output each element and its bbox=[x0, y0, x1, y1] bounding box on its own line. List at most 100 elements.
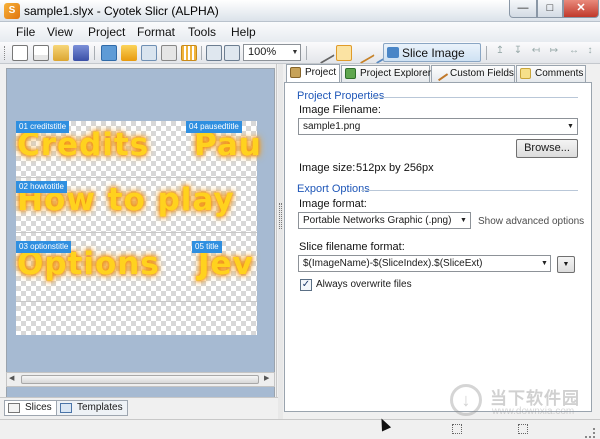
image-format-label: Image format: bbox=[299, 198, 367, 210]
image-format-combobox[interactable]: Portable Networks Graphic (.png) bbox=[298, 212, 471, 229]
tab-project-explorer-label: Project Explorer bbox=[360, 68, 432, 79]
slice-filename-format-label: Slice filename format: bbox=[299, 241, 405, 253]
image-filename-value: sample1.png bbox=[303, 121, 361, 132]
overwrite-label[interactable]: Always overwrite files bbox=[316, 279, 412, 290]
tab-comments[interactable]: Comments bbox=[516, 65, 586, 82]
templates-icon bbox=[60, 403, 72, 413]
scroll-left-icon[interactable]: ◀ bbox=[9, 374, 14, 382]
close-button[interactable]: ✕ bbox=[563, 0, 599, 18]
toolbar-separator bbox=[486, 46, 487, 60]
menu-format[interactable]: Format bbox=[137, 25, 175, 39]
image-format-value: Portable Networks Graphic (.png) bbox=[303, 215, 452, 226]
align-bottom-icon[interactable]: ↧ bbox=[510, 45, 526, 61]
browse-button[interactable]: Browse... bbox=[516, 139, 578, 158]
slice-label[interactable]: 03 optionstitle bbox=[16, 241, 72, 253]
new-file-icon[interactable] bbox=[12, 45, 28, 61]
tab-slices-label: Slices bbox=[25, 402, 52, 413]
view-slices-icon[interactable] bbox=[121, 45, 137, 61]
slice-boundary bbox=[16, 177, 257, 178]
open-folder-icon[interactable] bbox=[53, 45, 69, 61]
resize-grip[interactable] bbox=[585, 428, 595, 438]
toolbar-grip[interactable] bbox=[4, 46, 7, 60]
slice-image-label: Slice Image bbox=[402, 46, 465, 60]
slice-image-icon bbox=[387, 47, 399, 58]
tab-project-explorer[interactable]: Project Explorer bbox=[341, 65, 432, 82]
toolbar-separator bbox=[306, 46, 307, 60]
minimize-button[interactable]: — bbox=[509, 0, 537, 18]
chevron-down-icon[interactable]: ▼ bbox=[541, 260, 548, 267]
app-icon: S bbox=[4, 3, 20, 19]
zoom-fit-icon[interactable] bbox=[206, 45, 222, 61]
toolbar: 100% ▼ Slice Image ↥ ↧ ↤ ↦ ↔ ↕ bbox=[0, 42, 600, 64]
image-canvas[interactable]: Credits Pau How to play Options Jev 01 c… bbox=[6, 68, 275, 401]
overwrite-checkbox[interactable]: ✓ bbox=[300, 279, 312, 291]
zoom-actual-icon[interactable] bbox=[224, 45, 240, 61]
slice-filename-format-value: $(ImageName)-$(SliceIndex).$(SliceExt) bbox=[303, 258, 483, 269]
new-project-icon[interactable] bbox=[33, 45, 49, 61]
chevron-down-icon[interactable]: ▼ bbox=[290, 45, 300, 60]
view-outline-icon[interactable] bbox=[161, 45, 177, 61]
tab-project[interactable]: Project bbox=[286, 64, 340, 83]
comments-icon bbox=[520, 68, 531, 79]
slice-image-button[interactable]: Slice Image bbox=[383, 43, 481, 62]
pointer-tool-icon[interactable] bbox=[336, 45, 352, 61]
chevron-down-icon[interactable]: ▼ bbox=[460, 217, 467, 224]
slices-icon bbox=[8, 403, 20, 413]
watermark-url: www.downxia.com bbox=[492, 406, 575, 417]
chevron-down-icon: ▼ bbox=[562, 261, 570, 268]
slice-filename-format-combobox[interactable]: $(ImageName)-$(SliceIndex).$(SliceExt) bbox=[298, 255, 551, 272]
tab-project-label: Project bbox=[305, 67, 337, 78]
toolbar-separator bbox=[201, 46, 202, 60]
slice-label[interactable]: 05 title bbox=[192, 241, 222, 253]
selection-size-icon bbox=[452, 424, 462, 434]
align-left-icon[interactable]: ↤ bbox=[528, 45, 544, 61]
tab-slices[interactable]: Slices bbox=[4, 400, 57, 416]
same-width-icon[interactable]: ↔ bbox=[566, 45, 582, 61]
project-icon bbox=[290, 67, 301, 78]
window-title: sample1.slyx - Cyotek Slicr (ALPHA) bbox=[24, 4, 219, 18]
export-options-header: Export Options bbox=[297, 183, 370, 195]
slice-canvas-panel: Credits Pau How to play Options Jev 01 c… bbox=[0, 64, 277, 419]
download-icon: ↓ bbox=[450, 384, 482, 416]
slice-label[interactable]: 01 creditstitle bbox=[16, 121, 70, 133]
view-image-icon[interactable] bbox=[101, 45, 117, 61]
toolbar-separator bbox=[94, 46, 95, 60]
tab-custom-fields-label: Custom Fields bbox=[450, 68, 514, 79]
chevron-down-icon[interactable]: ▼ bbox=[567, 123, 574, 130]
custom-fields-icon bbox=[432, 65, 449, 82]
image-size-value: 512px by 256px bbox=[356, 162, 434, 174]
maximize-button[interactable]: □ bbox=[537, 0, 563, 18]
align-right-icon[interactable]: ↦ bbox=[546, 45, 562, 61]
insert-macro-button[interactable]: ▼ bbox=[557, 256, 575, 273]
project-properties-header: Project Properties bbox=[297, 90, 385, 102]
horizontal-scrollbar[interactable]: ◀ ▶ bbox=[6, 372, 275, 387]
save-icon[interactable] bbox=[73, 45, 89, 61]
group-divider bbox=[370, 97, 578, 98]
align-top-icon[interactable]: ↥ bbox=[492, 45, 508, 61]
properties-tab-strip: Project Project Explorer Custom Fields C… bbox=[283, 64, 600, 83]
image-filename-combobox[interactable]: sample1.png bbox=[298, 118, 578, 135]
scroll-right-icon[interactable]: ▶ bbox=[264, 374, 269, 382]
show-advanced-options-link[interactable]: Show advanced options bbox=[478, 216, 584, 227]
menu-tools[interactable]: Tools bbox=[188, 25, 216, 39]
image-size-label: Image size: bbox=[299, 162, 356, 174]
same-height-icon[interactable]: ↕ bbox=[582, 45, 598, 61]
project-explorer-icon bbox=[345, 68, 356, 79]
checkerboard-icon[interactable] bbox=[181, 45, 197, 61]
menu-bar: File View Project Format Tools Help bbox=[0, 22, 600, 42]
slice-label[interactable]: 02 howtotitle bbox=[16, 181, 67, 193]
splitter-grip[interactable] bbox=[279, 203, 282, 229]
group-divider bbox=[361, 190, 578, 191]
tab-custom-fields[interactable]: Custom Fields bbox=[431, 65, 515, 82]
cursor-position-icon bbox=[518, 424, 528, 434]
menu-project[interactable]: Project bbox=[88, 25, 125, 39]
pencil-icon[interactable] bbox=[313, 42, 335, 64]
tab-templates[interactable]: Templates bbox=[56, 400, 128, 416]
scrollbar-thumb[interactable] bbox=[21, 375, 259, 384]
view-grid-icon[interactable] bbox=[141, 45, 157, 61]
menu-help[interactable]: Help bbox=[231, 25, 256, 39]
slice-label[interactable]: 04 pausedtitle bbox=[186, 121, 242, 133]
menu-view[interactable]: View bbox=[47, 25, 73, 39]
menu-file[interactable]: File bbox=[16, 25, 35, 39]
image-filename-label: Image Filename: bbox=[299, 104, 381, 116]
